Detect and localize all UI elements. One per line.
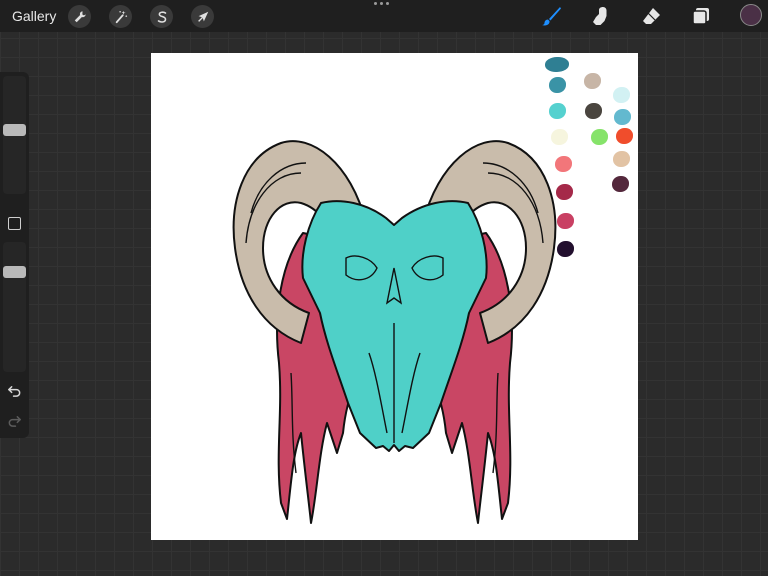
eraser-tool-button[interactable] [640,5,662,27]
brush-size-slider-thumb[interactable] [3,123,26,136]
palette-swatch[interactable] [591,129,608,145]
left-sidebar [0,72,29,438]
actions-button[interactable] [68,5,91,28]
wrench-icon [74,10,86,22]
more-options-handle[interactable] [374,2,389,5]
magic-wand-icon [115,10,127,23]
top-toolbar: Gallery [0,0,768,32]
gallery-button[interactable]: Gallery [12,8,56,24]
eraser-icon [643,8,660,24]
layers-button[interactable] [690,5,712,27]
palette-swatch[interactable] [551,129,568,145]
palette-swatch[interactable] [557,241,574,257]
palette-swatch[interactable] [614,109,631,125]
palette-swatch[interactable] [616,128,633,144]
palette-swatch[interactable] [549,77,566,93]
arrow-cursor-icon [197,11,208,22]
current-color-swatch[interactable] [740,4,762,26]
brush-tool-button[interactable] [540,5,562,27]
ram-skull-artwork [232,140,557,524]
opacity-slider-thumb[interactable] [3,265,26,278]
smudge-tool-button[interactable] [590,5,612,27]
undo-icon[interactable] [7,383,22,398]
palette-swatch[interactable] [612,176,629,192]
drawing-canvas[interactable] [151,53,638,540]
palette-swatch[interactable] [545,57,569,72]
palette-swatch[interactable] [557,213,574,229]
transform-button[interactable] [191,5,214,28]
selection-button[interactable] [150,5,173,28]
palette-swatch[interactable] [613,87,630,103]
palette-swatch[interactable] [584,73,601,89]
smudge-finger-icon [593,7,607,25]
layers-icon [692,8,709,25]
palette-swatch[interactable] [613,151,630,167]
modify-square-icon[interactable] [8,217,21,230]
paintbrush-icon [542,7,561,26]
redo-icon[interactable] [7,413,22,428]
adjustments-button[interactable] [109,5,132,28]
opacity-slider[interactable] [3,242,26,372]
palette-swatch[interactable] [585,103,602,119]
palette-swatch[interactable] [556,184,573,200]
palette-swatch[interactable] [555,156,572,172]
selection-s-icon [157,10,166,23]
palette-swatch[interactable] [549,103,566,119]
